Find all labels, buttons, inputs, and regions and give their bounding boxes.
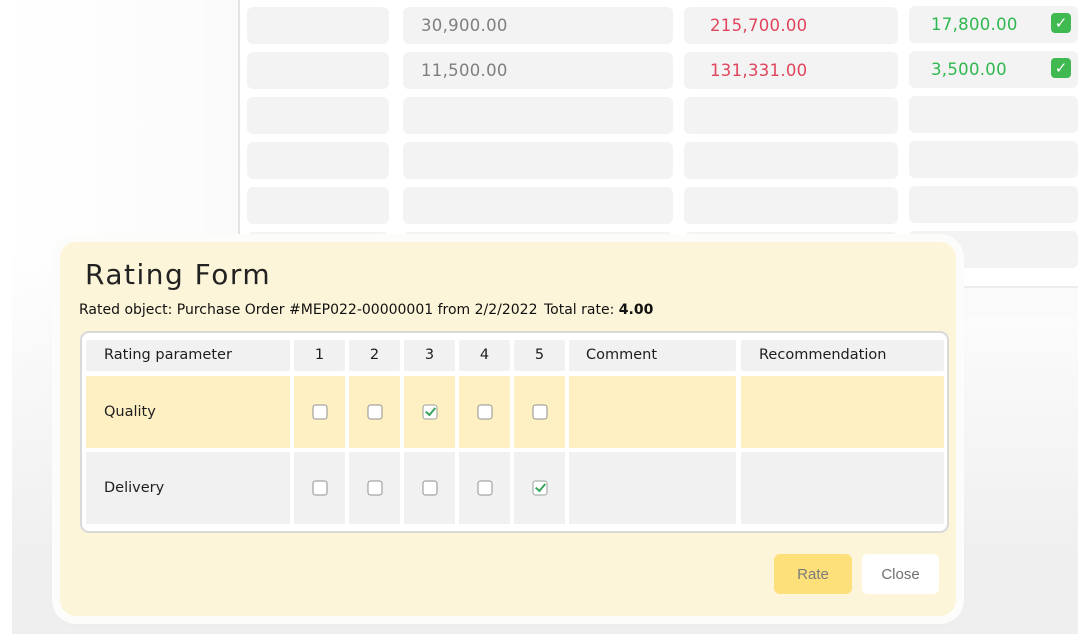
quality-score-3-cell — [404, 376, 455, 448]
delivery-score-3-cell — [404, 452, 455, 524]
total-rate: Total rate: 4.00 — [544, 302, 653, 318]
header-comment: Comment — [569, 340, 736, 371]
header-rating-parameter: Rating parameter — [86, 340, 290, 371]
header-recommendation: Recommendation — [741, 340, 944, 371]
check-mark-emoji-icon: ✓ — [1051, 58, 1071, 78]
table-cell — [403, 142, 673, 179]
header-score-5: 5 — [514, 340, 565, 371]
quality-score-2-checkbox[interactable] — [367, 404, 382, 420]
quality-score-3-checkbox[interactable] — [422, 404, 437, 420]
table-cell — [909, 96, 1078, 133]
table-cell-negative-amount: 215,700.00 — [684, 7, 898, 44]
table-cell — [403, 187, 673, 224]
quality-comment-field[interactable] — [569, 376, 736, 448]
close-button[interactable]: Close — [862, 554, 939, 594]
table-cell — [684, 142, 898, 179]
delivery-score-5-cell — [514, 452, 565, 524]
table-cell — [909, 141, 1078, 178]
quality-score-2-cell — [349, 376, 400, 448]
dialog-title: Rating Form — [85, 258, 272, 291]
header-score-2: 2 — [349, 340, 400, 371]
row-label-delivery: Delivery — [86, 452, 290, 524]
table-cell-amount: 30,900.00 — [403, 7, 673, 44]
delivery-recommendation-field[interactable] — [741, 452, 944, 524]
delivery-score-5-checkbox[interactable] — [532, 480, 547, 496]
delivery-score-4-cell — [459, 452, 510, 524]
table-cell — [909, 186, 1078, 223]
delivery-score-1-cell — [294, 452, 345, 524]
delivery-score-2-cell — [349, 452, 400, 524]
table-cell — [247, 97, 389, 134]
quality-score-4-cell — [459, 376, 510, 448]
table-cell — [247, 187, 389, 224]
header-score-3: 3 — [404, 340, 455, 371]
delivery-score-3-checkbox[interactable] — [422, 480, 437, 496]
total-rate-label: Total rate: — [544, 302, 619, 318]
quality-score-5-checkbox[interactable] — [532, 404, 547, 420]
delivery-score-4-checkbox[interactable] — [477, 480, 492, 496]
quality-score-5-cell — [514, 376, 565, 448]
quality-score-4-checkbox[interactable] — [477, 404, 492, 420]
delivery-score-2-checkbox[interactable] — [367, 480, 382, 496]
check-mark-emoji-icon: ✓ — [1051, 13, 1071, 33]
table-cell — [247, 142, 389, 179]
quality-score-1-cell — [294, 376, 345, 448]
total-rate-value: 4.00 — [618, 302, 654, 318]
delivery-comment-field[interactable] — [569, 452, 736, 524]
header-score-1: 1 — [294, 340, 345, 371]
header-score-4: 4 — [459, 340, 510, 371]
table-cell — [247, 7, 389, 44]
table-cell-amount: 11,500.00 — [403, 52, 673, 89]
quality-score-1-checkbox[interactable] — [312, 404, 327, 420]
table-cell — [403, 97, 673, 134]
rating-form-dialog: Rating Form Rated object: Purchase Order… — [60, 242, 956, 616]
delivery-score-1-checkbox[interactable] — [312, 480, 327, 496]
table-cell-negative-amount: 131,331.00 — [684, 52, 898, 89]
quality-recommendation-field[interactable] — [741, 376, 944, 448]
table-cell — [247, 52, 389, 89]
table-cell — [684, 187, 898, 224]
rated-object-info: Rated object: Purchase Order #MEP022-000… — [79, 302, 538, 318]
rate-button[interactable]: Rate — [774, 554, 852, 594]
row-label-quality: Quality — [86, 376, 290, 448]
table-cell — [684, 97, 898, 134]
